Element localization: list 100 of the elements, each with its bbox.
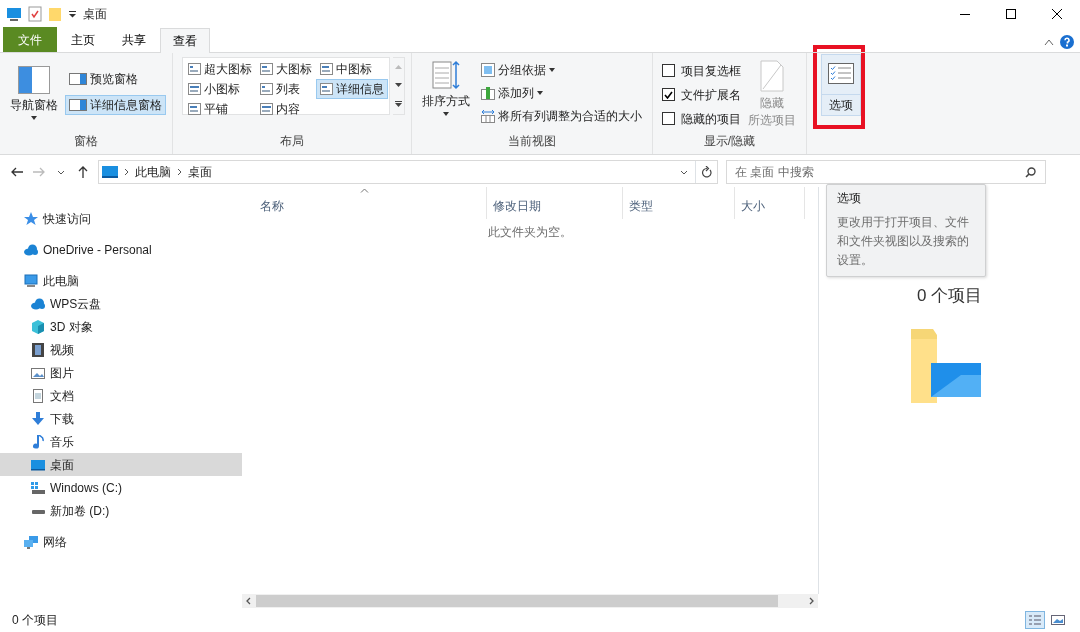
pane-icon bbox=[69, 98, 87, 111]
ribbon-tab[interactable]: 主页 bbox=[58, 27, 108, 52]
fit-columns-icon bbox=[481, 109, 495, 123]
document-icon bbox=[31, 388, 45, 403]
search-field[interactable]: 在 桌面 中搜索 bbox=[726, 160, 1046, 184]
layout-option[interactable]: 超大图标 bbox=[184, 59, 256, 79]
caret-icon bbox=[680, 169, 688, 175]
checkbox-label: 隐藏的项目 bbox=[681, 110, 741, 128]
group-label: 当前视图 bbox=[507, 133, 557, 150]
cube-icon bbox=[31, 319, 45, 334]
chevron-icon bbox=[124, 168, 129, 176]
layout-option[interactable]: 中图标 bbox=[316, 59, 388, 79]
sidebar-item[interactable]: Windows (C:) bbox=[0, 476, 242, 499]
window-title: 桌面 bbox=[83, 6, 107, 23]
refresh-icon bbox=[701, 166, 712, 178]
group-label: 显示/隐藏 bbox=[702, 133, 757, 150]
collapse-ribbon-icon[interactable] bbox=[1044, 38, 1054, 46]
drive-icon bbox=[31, 508, 45, 515]
navigation-pane-icon bbox=[18, 66, 50, 94]
empty-folder-message: 此文件夹为空。 bbox=[488, 225, 572, 239]
cloud-icon bbox=[31, 296, 45, 311]
scrollbar-thumb[interactable] bbox=[256, 595, 778, 607]
sidebar-item[interactable]: 桌面 bbox=[0, 453, 242, 476]
layout-option[interactable]: 大图标 bbox=[256, 59, 316, 79]
checkbox[interactable] bbox=[662, 64, 675, 77]
caret-icon bbox=[443, 112, 449, 116]
layout-option[interactable]: 平铺 bbox=[184, 99, 256, 119]
computer-icon[interactable] bbox=[6, 7, 22, 21]
pane-button[interactable]: 详细信息窗格 bbox=[65, 94, 166, 115]
layout-option[interactable]: 详细信息 bbox=[316, 79, 388, 99]
status-text: 0 个项目 bbox=[12, 612, 58, 629]
checkbox[interactable] bbox=[662, 88, 675, 101]
hide-page-icon bbox=[760, 60, 784, 92]
pane-icon bbox=[69, 72, 87, 85]
view-icon bbox=[320, 63, 333, 75]
sidebar-item[interactable]: 快速访问 bbox=[0, 207, 242, 230]
sidebar-item[interactable]: 音乐 bbox=[0, 430, 242, 453]
sidebar-item[interactable]: 视频 bbox=[0, 338, 242, 361]
sidebar-item[interactable]: 图片 bbox=[0, 361, 242, 384]
tooltip-text: 更改用于打开项目、文件和文件夹视图以及搜索的设置。 bbox=[837, 214, 970, 269]
column-header[interactable]: 修改日期 bbox=[487, 187, 623, 219]
sort-button[interactable]: 排序方式 bbox=[418, 57, 474, 132]
sidebar-item[interactable]: 此电脑 bbox=[0, 269, 242, 292]
checkbox-label: 文件扩展名 bbox=[681, 86, 741, 104]
details-view-icon bbox=[1028, 614, 1042, 626]
ribbon-tab[interactable]: 查看 bbox=[160, 28, 210, 53]
view-icon bbox=[188, 83, 201, 95]
large-icons-view-icon bbox=[1051, 614, 1065, 626]
sidebar-item[interactable]: 文档 bbox=[0, 384, 242, 407]
ribbon-tab[interactable]: 文件 bbox=[3, 27, 57, 52]
item-count: 0 个项目 bbox=[916, 285, 983, 307]
gallery-scrollbar[interactable] bbox=[393, 57, 405, 115]
sidebar-item[interactable]: 下载 bbox=[0, 407, 242, 430]
sidebar-item[interactable]: OneDrive - Personal bbox=[0, 238, 242, 261]
help-icon[interactable] bbox=[1060, 35, 1074, 49]
caret-icon bbox=[537, 91, 543, 95]
breadcrumb[interactable]: 桌面 bbox=[188, 163, 212, 181]
sidebar-item[interactable]: 新加卷 (D:) bbox=[0, 499, 242, 522]
column-header[interactable]: 大小 bbox=[735, 187, 805, 219]
sidebar-item[interactable]: 3D 对象 bbox=[0, 315, 242, 338]
caret-icon bbox=[31, 116, 37, 120]
address-bar[interactable]: 此电脑 桌面 bbox=[98, 160, 718, 184]
image-icon bbox=[31, 365, 45, 380]
sidebar-item[interactable]: WPS云盘 bbox=[0, 292, 242, 315]
horizontal-scrollbar[interactable] bbox=[242, 594, 818, 608]
caret-icon bbox=[549, 68, 555, 72]
view-icon bbox=[320, 83, 333, 95]
view-icon bbox=[260, 83, 273, 95]
expand-icon bbox=[395, 101, 402, 107]
layout-option[interactable]: 列表 bbox=[256, 79, 316, 99]
computer-icon bbox=[24, 273, 38, 288]
properties-icon[interactable] bbox=[28, 6, 42, 22]
view-icon bbox=[260, 63, 273, 75]
desktop-icon bbox=[102, 166, 118, 178]
close-icon bbox=[1052, 9, 1062, 19]
fit-columns-button[interactable]: 将所有列调整为合适的大小 bbox=[477, 106, 646, 126]
star-icon bbox=[24, 211, 38, 226]
options-button[interactable]: 选项 bbox=[821, 54, 861, 116]
group-label: 布局 bbox=[279, 133, 305, 150]
column-header[interactable]: 名称 bbox=[242, 187, 487, 219]
group-by-button[interactable]: 分组依据 bbox=[477, 60, 646, 80]
pane-button[interactable]: 预览窗格 bbox=[65, 68, 166, 89]
columns-icon bbox=[481, 86, 495, 100]
caret-icon bbox=[57, 169, 65, 175]
column-header[interactable]: 类型 bbox=[623, 187, 735, 219]
dropdown-icon[interactable] bbox=[68, 10, 77, 18]
scroll-down-icon bbox=[395, 83, 402, 87]
layout-option[interactable]: 内容 bbox=[256, 99, 316, 119]
cloud-icon bbox=[24, 242, 38, 257]
download-icon bbox=[31, 411, 45, 426]
sidebar-item[interactable]: 网络 bbox=[0, 530, 242, 553]
checkbox[interactable] bbox=[662, 112, 675, 125]
up-icon bbox=[78, 166, 88, 178]
forward-icon bbox=[33, 167, 45, 177]
navigation-pane-button[interactable]: 导航窗格 bbox=[6, 57, 62, 132]
ribbon-tab[interactable]: 共享 bbox=[109, 27, 159, 52]
network-icon bbox=[24, 534, 38, 549]
layout-option[interactable]: 小图标 bbox=[184, 79, 256, 99]
add-columns-button[interactable]: 添加列 bbox=[477, 83, 646, 103]
breadcrumb[interactable]: 此电脑 bbox=[135, 163, 171, 181]
